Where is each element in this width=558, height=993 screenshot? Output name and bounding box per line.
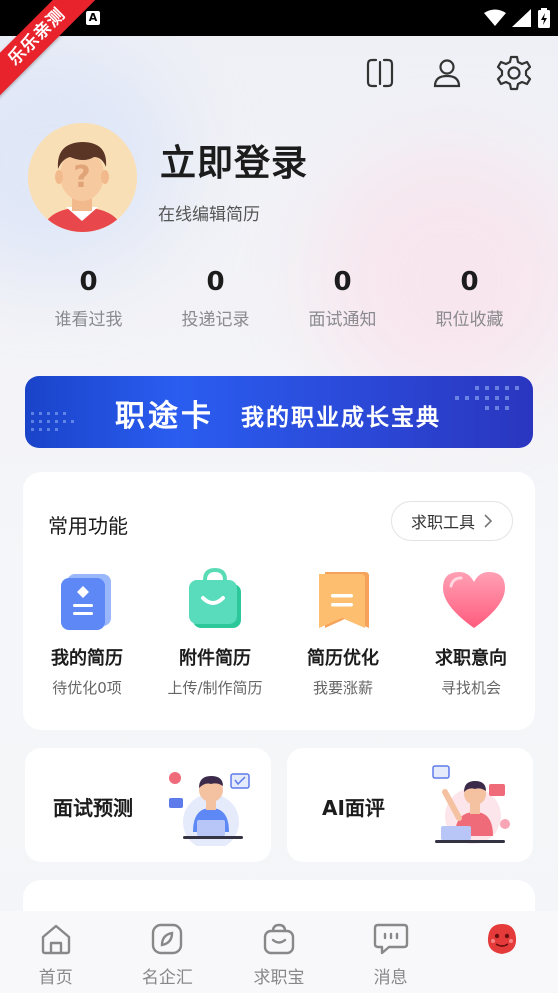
ai-review-illustration xyxy=(432,765,510,844)
stat-value: 0 xyxy=(460,267,479,297)
function-label: 求职意向 xyxy=(435,648,507,669)
attachment-icon xyxy=(183,567,247,632)
nav-mine[interactable] xyxy=(446,911,558,993)
stat-saved-jobs[interactable]: 0 职位收藏 xyxy=(406,265,533,337)
stat-interview-notices[interactable]: 0 面试通知 xyxy=(279,265,406,337)
stat-label: 面试通知 xyxy=(308,310,377,330)
stat-viewed-me[interactable]: 0 谁看过我 xyxy=(25,265,152,337)
function-desc: 寻找机会 xyxy=(440,679,501,697)
stat-value: 0 xyxy=(206,267,225,297)
user-icon[interactable] xyxy=(428,54,466,92)
nav-job-treasure[interactable]: 求职宝 xyxy=(223,911,335,993)
scan-icon[interactable] xyxy=(361,54,399,92)
stat-label: 职位收藏 xyxy=(435,310,504,330)
resume-optimize-button[interactable]: 简历优化 我要涨薪 xyxy=(279,568,407,698)
job-intention-button[interactable]: 求职意向 寻找机会 xyxy=(407,568,535,698)
banner-decoration xyxy=(31,412,74,431)
app-root: A 乐乐亲测 ? 立即登录 在线编辑简历 0 谁看过我 0 投递记录 0 面试通… xyxy=(0,0,558,993)
bag-icon xyxy=(223,921,335,957)
home-icon xyxy=(0,921,112,957)
svg-text:?: ? xyxy=(73,160,90,195)
wifi-icon xyxy=(484,9,506,26)
attachment-resume-button[interactable]: 附件简历 上传/制作简历 xyxy=(151,567,279,698)
banner-subtitle: 我的职业成长宝典 xyxy=(241,405,441,431)
bottom-nav: 首页 名企汇 求职宝 消息 xyxy=(0,911,558,993)
card-label: 面试预测 xyxy=(53,796,133,820)
function-label: 附件简历 xyxy=(179,648,251,669)
status-icons xyxy=(484,8,550,28)
resume-icon xyxy=(55,568,119,632)
login-button[interactable]: 立即登录 xyxy=(160,134,308,186)
stat-value: 0 xyxy=(79,267,98,297)
nav-messages[interactable]: 消息 xyxy=(335,911,447,993)
battery-icon xyxy=(538,8,550,28)
stat-label: 投递记录 xyxy=(181,310,250,330)
stat-value: 0 xyxy=(333,267,352,297)
compass-icon xyxy=(112,921,224,957)
interview-illustration xyxy=(169,772,250,846)
nav-home[interactable]: 首页 xyxy=(0,911,112,993)
nav-label: 首页 xyxy=(38,968,73,988)
career-card-banner[interactable]: 职途卡 我的职业成长宝典 xyxy=(25,376,533,448)
function-grid: 我的简历 待优化0项 附件简历 上传/制作简历 简历优化 我要涨薪 求职意向 寻… xyxy=(23,567,535,698)
nav-label: 名企汇 xyxy=(141,968,193,988)
common-functions-card: 常用功能 求职工具 我的简历 待优化0项 附件简历 上传/制作简历 简历优化 我… xyxy=(23,472,535,730)
stats-row: 0 谁看过我 0 投递记录 0 面试通知 0 职位收藏 xyxy=(25,265,533,337)
avatar[interactable]: ? xyxy=(28,123,137,232)
nav-label: 求职宝 xyxy=(253,968,305,988)
chevron-right-icon xyxy=(484,514,493,528)
function-desc: 我要涨薪 xyxy=(312,679,373,697)
stat-applications[interactable]: 0 投递记录 xyxy=(152,265,279,337)
mascot-icon xyxy=(446,921,558,957)
function-desc: 上传/制作简历 xyxy=(167,679,263,697)
nav-companies[interactable]: 名企汇 xyxy=(112,911,224,993)
function-label: 我的简历 xyxy=(51,648,123,669)
notification-icon: A xyxy=(86,11,100,25)
banner-title: 职途卡 xyxy=(115,399,214,434)
my-resume-button[interactable]: 我的简历 待优化0项 xyxy=(23,568,151,698)
optimize-icon xyxy=(311,568,375,632)
nav-label: 消息 xyxy=(373,968,408,988)
stat-label: 谁看过我 xyxy=(54,310,123,330)
banner-decoration xyxy=(455,386,519,410)
edit-resume-link[interactable]: 在线编辑简历 xyxy=(158,200,260,225)
interview-prediction-card[interactable]: 面试预测 xyxy=(25,748,271,862)
message-icon xyxy=(335,921,447,957)
function-label: 简历优化 xyxy=(307,648,379,669)
job-tools-button[interactable]: 求职工具 xyxy=(391,501,513,541)
section-title: 常用功能 xyxy=(48,514,128,538)
settings-icon[interactable] xyxy=(495,54,533,92)
job-tools-label: 求职工具 xyxy=(410,513,475,532)
signal-icon xyxy=(512,9,531,27)
card-label: AI面评 xyxy=(322,796,385,820)
heart-icon xyxy=(439,568,505,632)
function-desc: 待优化0项 xyxy=(52,679,122,697)
ai-review-card[interactable]: AI面评 xyxy=(287,748,533,862)
